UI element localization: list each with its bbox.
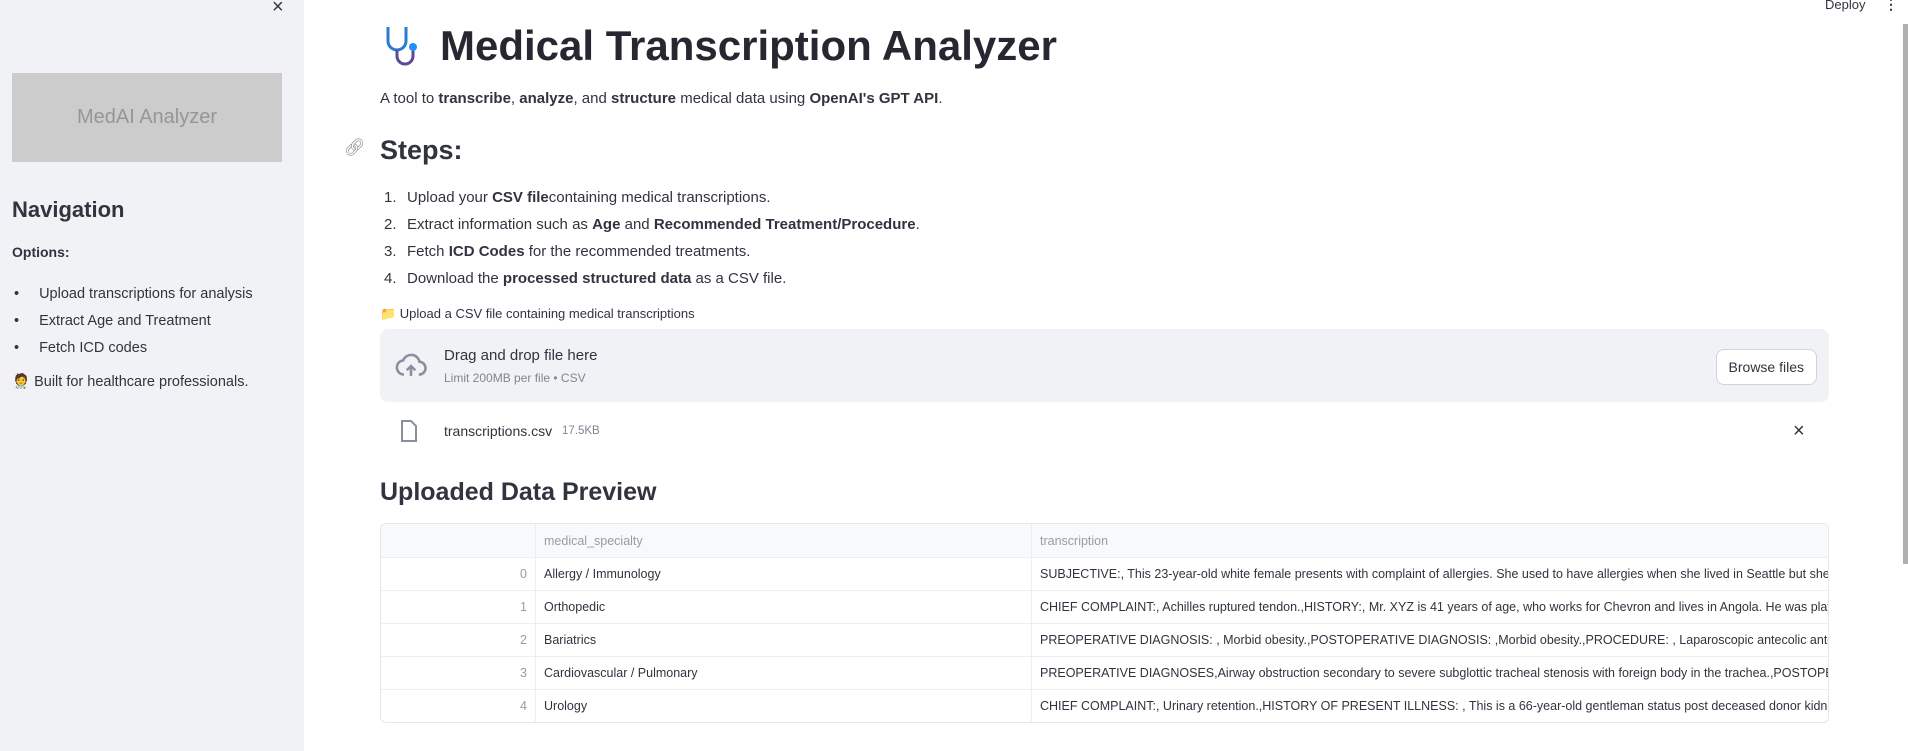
list-item: Fetch ICD codes	[12, 334, 253, 361]
table-cell[interactable]: 0	[381, 558, 536, 590]
file-dropzone[interactable]: Drag and drop file here Limit 200MB per …	[380, 329, 1829, 402]
preview-heading: Uploaded Data Preview	[380, 478, 657, 506]
column-header[interactable]: transcription	[1032, 524, 1828, 557]
dropzone-limit: Limit 200MB per file • CSV	[444, 371, 586, 385]
dropzone-title: Drag and drop file here	[444, 347, 598, 364]
subtitle: A tool to transcribe, analyze, and struc…	[380, 90, 943, 107]
table-cell[interactable]: SUBJECTIVE:, This 23-year-old white fema…	[1032, 558, 1828, 590]
steps-heading: Steps:	[380, 135, 463, 165]
table-cell[interactable]: Bariatrics	[536, 624, 1032, 656]
column-header[interactable]: medical_specialty	[536, 524, 1032, 557]
step-item: 3. Fetch ICD Codes for the recommended tr…	[380, 238, 920, 265]
text: and	[624, 216, 650, 233]
text: Upload your	[407, 189, 488, 206]
table-cell[interactable]: 4	[381, 690, 536, 722]
table-header: medical_specialty transcription	[381, 524, 1828, 558]
table-cell[interactable]: Orthopedic	[536, 591, 1032, 623]
table-cell[interactable]: Allergy / Immunology	[536, 558, 1032, 590]
list-item: Upload transcriptions for analysis	[12, 280, 253, 307]
text: as a CSV file.	[695, 270, 787, 287]
text: Age	[592, 216, 621, 233]
file-size: 17.5KB	[562, 425, 600, 437]
table-cell[interactable]: CHIEF COMPLAINT:, Achilles ruptured tend…	[1032, 591, 1828, 623]
built-for-note: 🧑‍⚕️ Built for healthcare professionals.	[12, 374, 249, 390]
table-cell[interactable]: PREOPERATIVE DIAGNOSIS: , Morbid obesity…	[1032, 624, 1828, 656]
text: Extract information such as	[407, 216, 588, 233]
deploy-button[interactable]: Deploy	[1825, 0, 1865, 12]
close-sidebar-icon[interactable]: ×	[272, 0, 284, 19]
browse-files-button[interactable]: Browse files	[1715, 349, 1817, 385]
file-name: transcriptions.csv	[444, 423, 553, 439]
cloud-upload-icon	[395, 353, 427, 376]
scrollbar[interactable]	[1903, 24, 1908, 564]
text: .	[938, 90, 943, 107]
text: medical data using	[676, 90, 810, 107]
text: Recommended Treatment/Procedure	[653, 216, 916, 233]
table-cell[interactable]: 2	[381, 624, 536, 656]
column-header[interactable]	[381, 524, 536, 557]
text: processed structured data	[502, 270, 692, 287]
table-row: 0 Allergy / Immunology SUBJECTIVE:, This 2…	[381, 558, 1828, 591]
text: .	[915, 216, 920, 233]
text: , and	[573, 90, 611, 107]
table-cell[interactable]: 3	[381, 657, 536, 689]
uploader-label: 📁 Upload a CSV file containing medical t…	[380, 306, 695, 321]
table-cell[interactable]: 1	[381, 591, 536, 623]
text: structure	[611, 90, 677, 107]
table-row: 3 Cardiovascular / Pulmonary PREOPERATIVE …	[381, 657, 1828, 690]
text: ICD Codes	[448, 243, 525, 260]
logo-placeholder: MedAI Analyzer	[12, 73, 282, 162]
text: transcribe	[438, 90, 511, 107]
options-list: Upload transcriptions for analysis Extra…	[12, 280, 253, 361]
steps-list: 1. Upload your CSV file containing medica…	[380, 184, 920, 292]
page-title: Medical Transcription Analyzer	[380, 22, 1057, 70]
uploaded-file: transcriptions.csv 17.5KB ×	[380, 417, 1829, 447]
table-row: 1 Orthopedic CHIEF COMPLAINT:, Achilles ru…	[381, 591, 1828, 624]
main-menu-icon[interactable]: ⋮	[1884, 0, 1898, 13]
list-item: Extract Age and Treatment	[12, 307, 253, 334]
table-row: 2 Bariatrics PREOPERATIVE DIAGNOSIS: , Mor…	[381, 624, 1828, 657]
text: OpenAI's GPT API	[809, 90, 939, 107]
text: analyze	[519, 90, 574, 107]
step-number: 4.	[384, 270, 397, 287]
step-number: 2.	[384, 216, 397, 233]
step-item: 4. Download the processed structured data…	[380, 265, 920, 292]
sidebar: × MedAI Analyzer Navigation Options: Upl…	[0, 0, 304, 751]
table-row: 4 Urology CHIEF COMPLAINT:, Urinary retent…	[381, 690, 1828, 722]
text: ,	[510, 90, 520, 107]
text: containing medical transcriptions.	[548, 189, 771, 206]
title-text: Medical Transcription Analyzer	[440, 22, 1057, 69]
remove-file-icon[interactable]: ×	[1793, 420, 1805, 443]
step-item: 2. Extract information such as Age and Re…	[380, 211, 920, 238]
options-label: Options:	[12, 244, 70, 260]
navigation-heading: Navigation	[12, 197, 125, 222]
text: A tool to	[380, 90, 439, 107]
step-item: 1. Upload your CSV file containing medica…	[380, 184, 920, 211]
text: Fetch	[407, 243, 445, 260]
table-cell[interactable]: PREOPERATIVE DIAGNOSES,Airway obstructio…	[1032, 657, 1828, 689]
text: Download the	[407, 270, 499, 287]
text: for the recommended treatments.	[528, 243, 751, 260]
logo-text: MedAI Analyzer	[76, 106, 218, 128]
stethoscope-icon	[386, 27, 417, 66]
table-cell[interactable]: Cardiovascular / Pulmonary	[536, 657, 1032, 689]
file-icon	[401, 420, 417, 442]
table-cell[interactable]: Urology	[536, 690, 1032, 722]
table-cell[interactable]: CHIEF COMPLAINT:, Urinary retention.,HIS…	[1032, 690, 1828, 722]
step-number: 3.	[384, 243, 397, 260]
anchor-link-icon[interactable]: 🔗︎	[344, 138, 366, 158]
text: CSV file	[492, 189, 549, 206]
data-table[interactable]: medical_specialty transcription 0 Allergy…	[380, 523, 1829, 723]
step-number: 1.	[384, 189, 397, 206]
